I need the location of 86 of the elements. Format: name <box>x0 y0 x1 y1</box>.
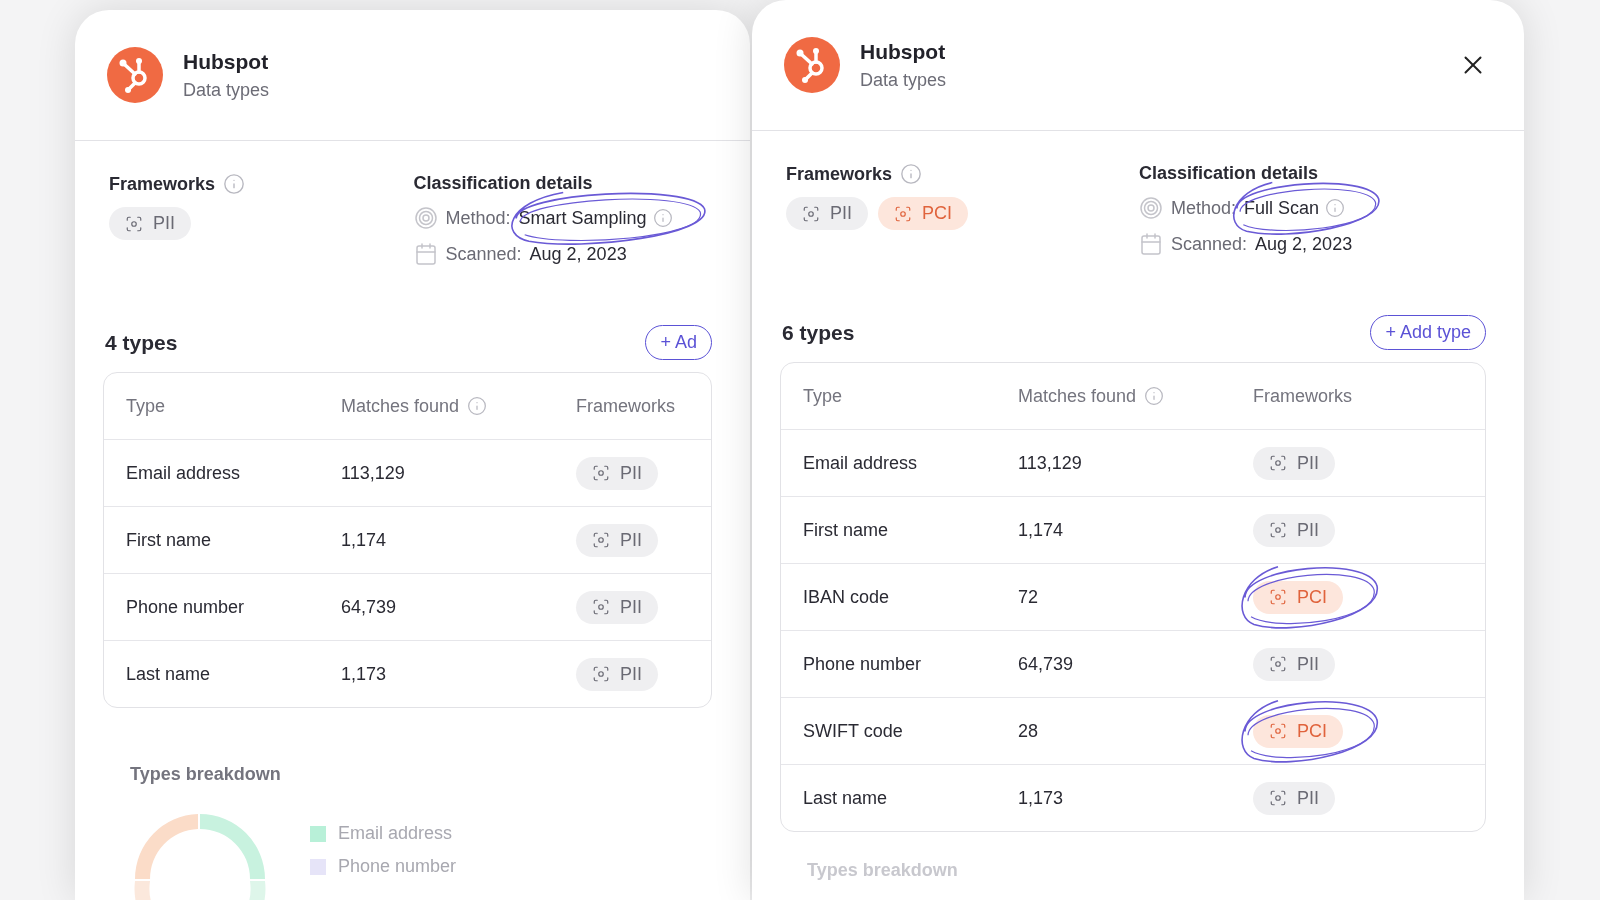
method-label: Method: <box>1171 197 1237 219</box>
method-value: Full Scan <box>1244 197 1320 219</box>
table-cell-text: First name <box>803 519 890 541</box>
table-cell-text: SWIFT code <box>803 720 904 742</box>
scanned-date: Aug 2, 2023 <box>1255 233 1353 255</box>
section-label: Frameworks <box>786 163 893 185</box>
scan-icon <box>802 204 820 223</box>
scan-icon <box>1269 722 1287 740</box>
scan-icon <box>1269 588 1287 606</box>
framework-tag: PII <box>576 523 658 557</box>
legend-label: Email address <box>338 823 453 844</box>
column-header: Frameworks <box>576 395 676 417</box>
info-icon <box>223 173 246 195</box>
scan-icon <box>592 665 610 683</box>
table-cell-text: 1,174 <box>341 529 388 551</box>
calendar-icon <box>413 242 438 266</box>
calendar-icon <box>1139 232 1163 256</box>
panel-subtitle: Data types <box>183 79 271 101</box>
panel-title: Hubspot <box>183 49 270 74</box>
info-icon <box>467 396 488 416</box>
framework-tag: PII <box>576 456 658 490</box>
column-header: Matches found <box>1018 385 1137 407</box>
framework-tag: PCI <box>1253 580 1343 614</box>
method-label: Method: <box>445 207 511 229</box>
scanned-label: Scanned: <box>1171 233 1248 255</box>
legend-label: Phone number <box>338 856 457 877</box>
table-cell-text: IBAN code <box>803 586 891 608</box>
framework-tag: PCI <box>1253 714 1343 748</box>
framework-tag: PII <box>1253 513 1335 547</box>
table-cell-text: 28 <box>1018 720 1040 742</box>
table-cell-text: Last name <box>126 663 212 685</box>
table-cell-text: 72 <box>1018 586 1040 608</box>
table-cell-text: Phone number <box>803 653 923 675</box>
panel-title: Hubspot <box>860 39 947 64</box>
framework-tag: PII <box>1253 647 1335 681</box>
column-header: Type <box>126 395 167 417</box>
framework-tag: PCI <box>878 197 969 230</box>
table-cell-text: 1,173 <box>1018 787 1065 809</box>
scan-icon <box>1269 789 1287 807</box>
column-header: Type <box>803 385 844 407</box>
scan-icon <box>1269 521 1287 539</box>
scan-icon <box>894 204 912 223</box>
framework-tag: PII <box>786 197 868 230</box>
table-cell-text: 1,174 <box>1018 519 1065 541</box>
types-count: 4 types <box>105 330 178 355</box>
table-cell-text: First name <box>126 529 213 551</box>
table-cell-text: Email address <box>803 452 919 474</box>
add-type-button[interactable]: + Ad <box>645 325 712 360</box>
types-count: 6 types <box>782 320 855 345</box>
scan-icon <box>592 464 610 482</box>
section-label: Classification details <box>1139 163 1320 184</box>
framework-tag: PII <box>576 657 658 691</box>
column-header: Matches found <box>341 395 460 417</box>
panel-subtitle: Data types <box>860 69 948 91</box>
section-label: Frameworks <box>109 173 216 195</box>
table-cell-text: 113,129 <box>1018 452 1083 474</box>
info-icon <box>1144 386 1165 406</box>
scanned-label: Scanned: <box>445 243 522 265</box>
section-label: Classification details <box>413 173 594 194</box>
scan-icon <box>592 598 610 616</box>
table-cell-text: 64,739 <box>341 596 398 618</box>
scanned-date: Aug 2, 2023 <box>529 243 627 265</box>
table-cell-text: 113,129 <box>341 462 406 484</box>
framework-tag: PII <box>109 207 191 240</box>
column-header: Frameworks <box>1253 385 1353 407</box>
table-cell-text: Email address <box>126 462 242 484</box>
framework-tag: PII <box>1253 446 1335 480</box>
scan-icon <box>125 214 143 233</box>
table-cell-text: Phone number <box>126 596 246 618</box>
scan-icon <box>592 531 610 549</box>
signal-icon <box>413 206 438 230</box>
framework-tag: PII <box>576 590 658 624</box>
info-icon <box>1325 198 1346 218</box>
info-icon <box>900 163 923 185</box>
add-type-button[interactable]: + Add type <box>1370 315 1486 350</box>
scan-icon <box>1269 655 1287 673</box>
section-label: Types breakdown <box>130 764 282 785</box>
signal-icon <box>1139 196 1163 220</box>
info-icon <box>652 208 673 228</box>
hub-logo-icon <box>784 37 840 93</box>
hub-logo-icon <box>107 47 163 103</box>
table-cell-text: Last name <box>803 787 889 809</box>
table-cell-text: 1,173 <box>341 663 388 685</box>
table-cell-text: 64,739 <box>1018 653 1075 675</box>
framework-tag: PII <box>1253 781 1335 815</box>
scan-icon <box>1269 454 1287 472</box>
